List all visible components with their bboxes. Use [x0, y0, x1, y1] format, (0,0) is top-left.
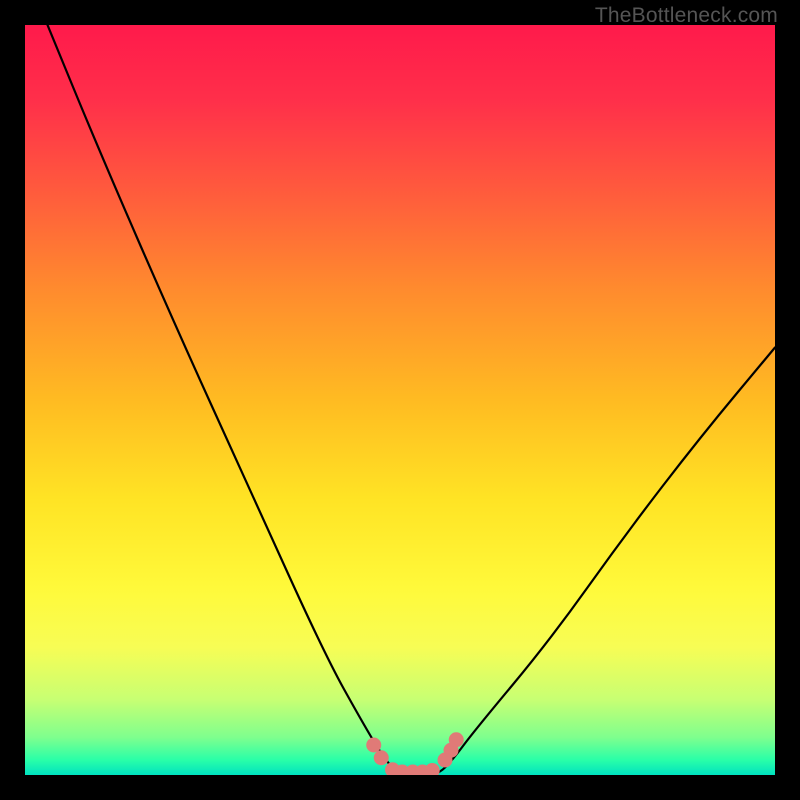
chart-frame: TheBottleneck.com: [0, 0, 800, 800]
plot-area: [25, 25, 775, 775]
watermark-text: TheBottleneck.com: [595, 4, 778, 28]
curve-marker: [366, 738, 381, 753]
curve-marker: [374, 750, 389, 765]
gradient-background: [25, 25, 775, 775]
curve-marker: [449, 732, 464, 747]
chart-svg: [25, 25, 775, 775]
